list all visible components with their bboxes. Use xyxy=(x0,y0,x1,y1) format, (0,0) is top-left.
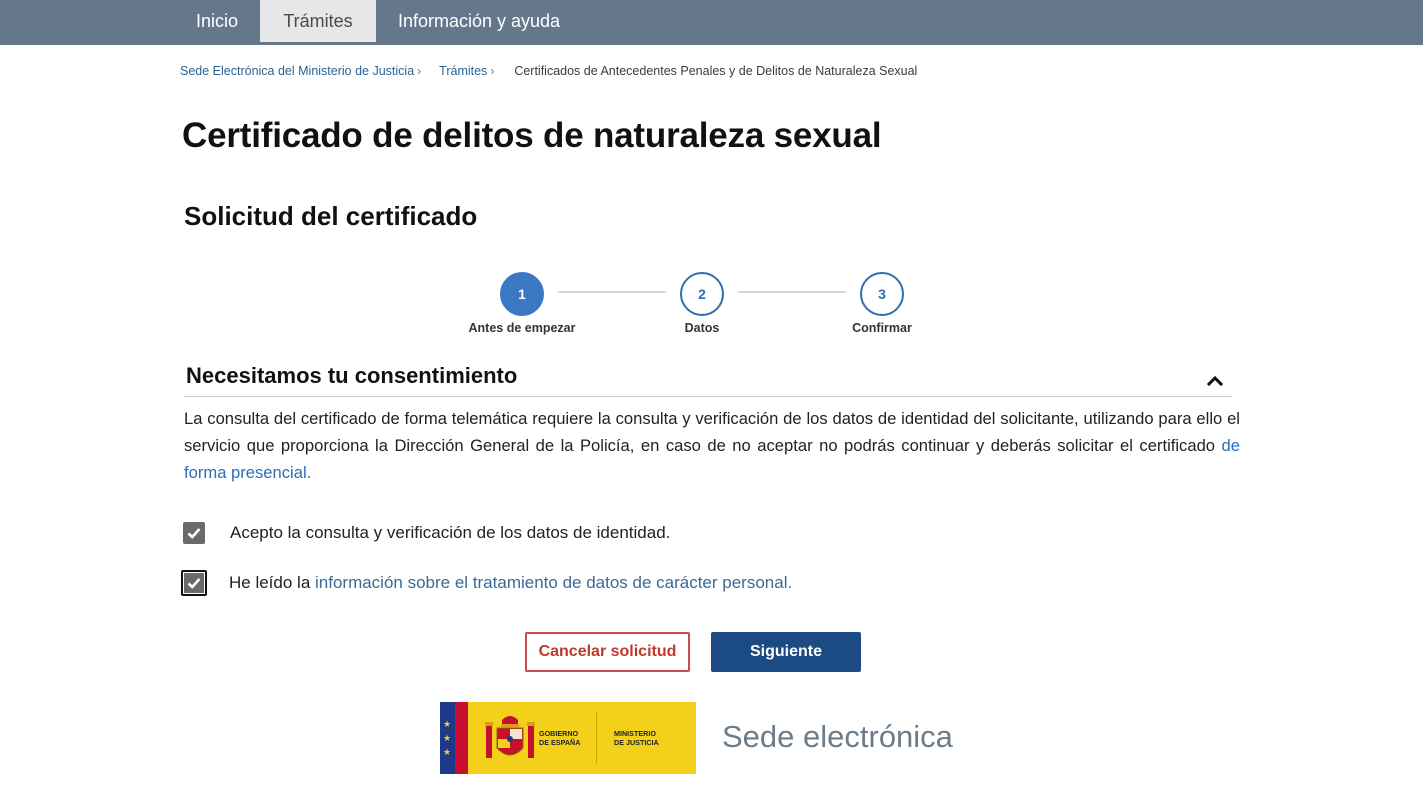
chevron-up-icon[interactable] xyxy=(1203,369,1227,393)
gobierno-line-1: GOBIERNO xyxy=(539,729,579,738)
identity-consent-label[interactable]: Acepto la consulta y verificación de los… xyxy=(230,523,670,543)
star-icon: ★ xyxy=(443,747,452,757)
step-3-label: Confirmar xyxy=(852,321,912,335)
sede-electronica-text: Sede electrónica xyxy=(722,719,953,754)
consent-privacy-row: He leído la información sobre el tratami… xyxy=(181,570,792,596)
page-title: Certificado de delitos de naturaleza sex… xyxy=(182,116,882,155)
ministerio-line-2: DE JUSTICIA xyxy=(614,738,659,747)
gobierno-line-2: DE ESPAÑA xyxy=(539,738,581,747)
identity-consent-checkbox[interactable] xyxy=(183,522,205,544)
breadcrumb: Sede Electrónica del Ministerio de Justi… xyxy=(180,64,917,78)
ministerio-justicia-text: MINISTERIO DE JUSTICIA xyxy=(614,729,659,747)
step-connector xyxy=(738,291,846,293)
privacy-consent-checkbox[interactable] xyxy=(181,570,207,596)
consent-section-title: Necesitamos tu consentimiento xyxy=(186,363,518,388)
step-connector xyxy=(558,291,666,293)
checkmark-icon xyxy=(187,578,201,589)
nav-tab-inicio[interactable]: Inicio xyxy=(178,0,256,42)
step-1-circle: 1 xyxy=(500,272,544,316)
step-2-circle: 2 xyxy=(680,272,724,316)
star-icon: ★ xyxy=(443,719,452,729)
breadcrumb-link-tramites[interactable]: Trámites xyxy=(439,64,487,78)
consent-identity-row: Acepto la consulta y verificación de los… xyxy=(181,520,670,546)
top-navigation: Inicio Trámites Información y ayuda xyxy=(0,0,1423,45)
breadcrumb-separator: › xyxy=(417,64,422,78)
step-1-label: Antes de empezar xyxy=(468,321,576,335)
consent-section-header[interactable]: Necesitamos tu consentimiento xyxy=(184,360,1232,397)
cancel-request-button[interactable]: Cancelar solicitud xyxy=(525,632,690,672)
step-2-label: Datos xyxy=(684,321,720,335)
coat-of-arms-icon xyxy=(485,716,535,758)
privacy-consent-label[interactable]: He leído la información sobre el tratami… xyxy=(229,573,792,593)
checkmark-icon xyxy=(187,528,201,539)
flag-stripe xyxy=(455,702,468,774)
breadcrumb-link-sede[interactable]: Sede Electrónica del Ministerio de Justi… xyxy=(180,64,414,78)
step-3-circle: 3 xyxy=(860,272,904,316)
star-icon: ★ xyxy=(443,733,452,743)
consent-description: La consulta del certificado de forma tel… xyxy=(184,405,1240,486)
next-button[interactable]: Siguiente xyxy=(711,632,861,672)
privacy-consent-prefix: He leído la xyxy=(229,573,315,592)
consent-description-text: La consulta del certificado de forma tel… xyxy=(184,409,1240,455)
breadcrumb-separator: › xyxy=(490,64,495,78)
government-logo: ★ ★ ★ GOBIERNO DE ESPAÑA MINISTERIO DE J… xyxy=(440,702,696,774)
nav-tab-informacion-ayuda[interactable]: Información y ayuda xyxy=(384,0,574,42)
ministerio-line-1: MINISTERIO xyxy=(614,729,656,738)
logo-divider xyxy=(596,712,597,764)
nav-tab-tramites[interactable]: Trámites xyxy=(260,0,376,42)
page-subtitle: Solicitud del certificado xyxy=(184,201,478,231)
privacy-info-link[interactable]: información sobre el tratamiento de dato… xyxy=(315,573,792,592)
breadcrumb-current: Certificados de Antecedentes Penales y d… xyxy=(514,64,918,78)
gobierno-espana-text: GOBIERNO DE ESPAÑA xyxy=(539,729,580,747)
